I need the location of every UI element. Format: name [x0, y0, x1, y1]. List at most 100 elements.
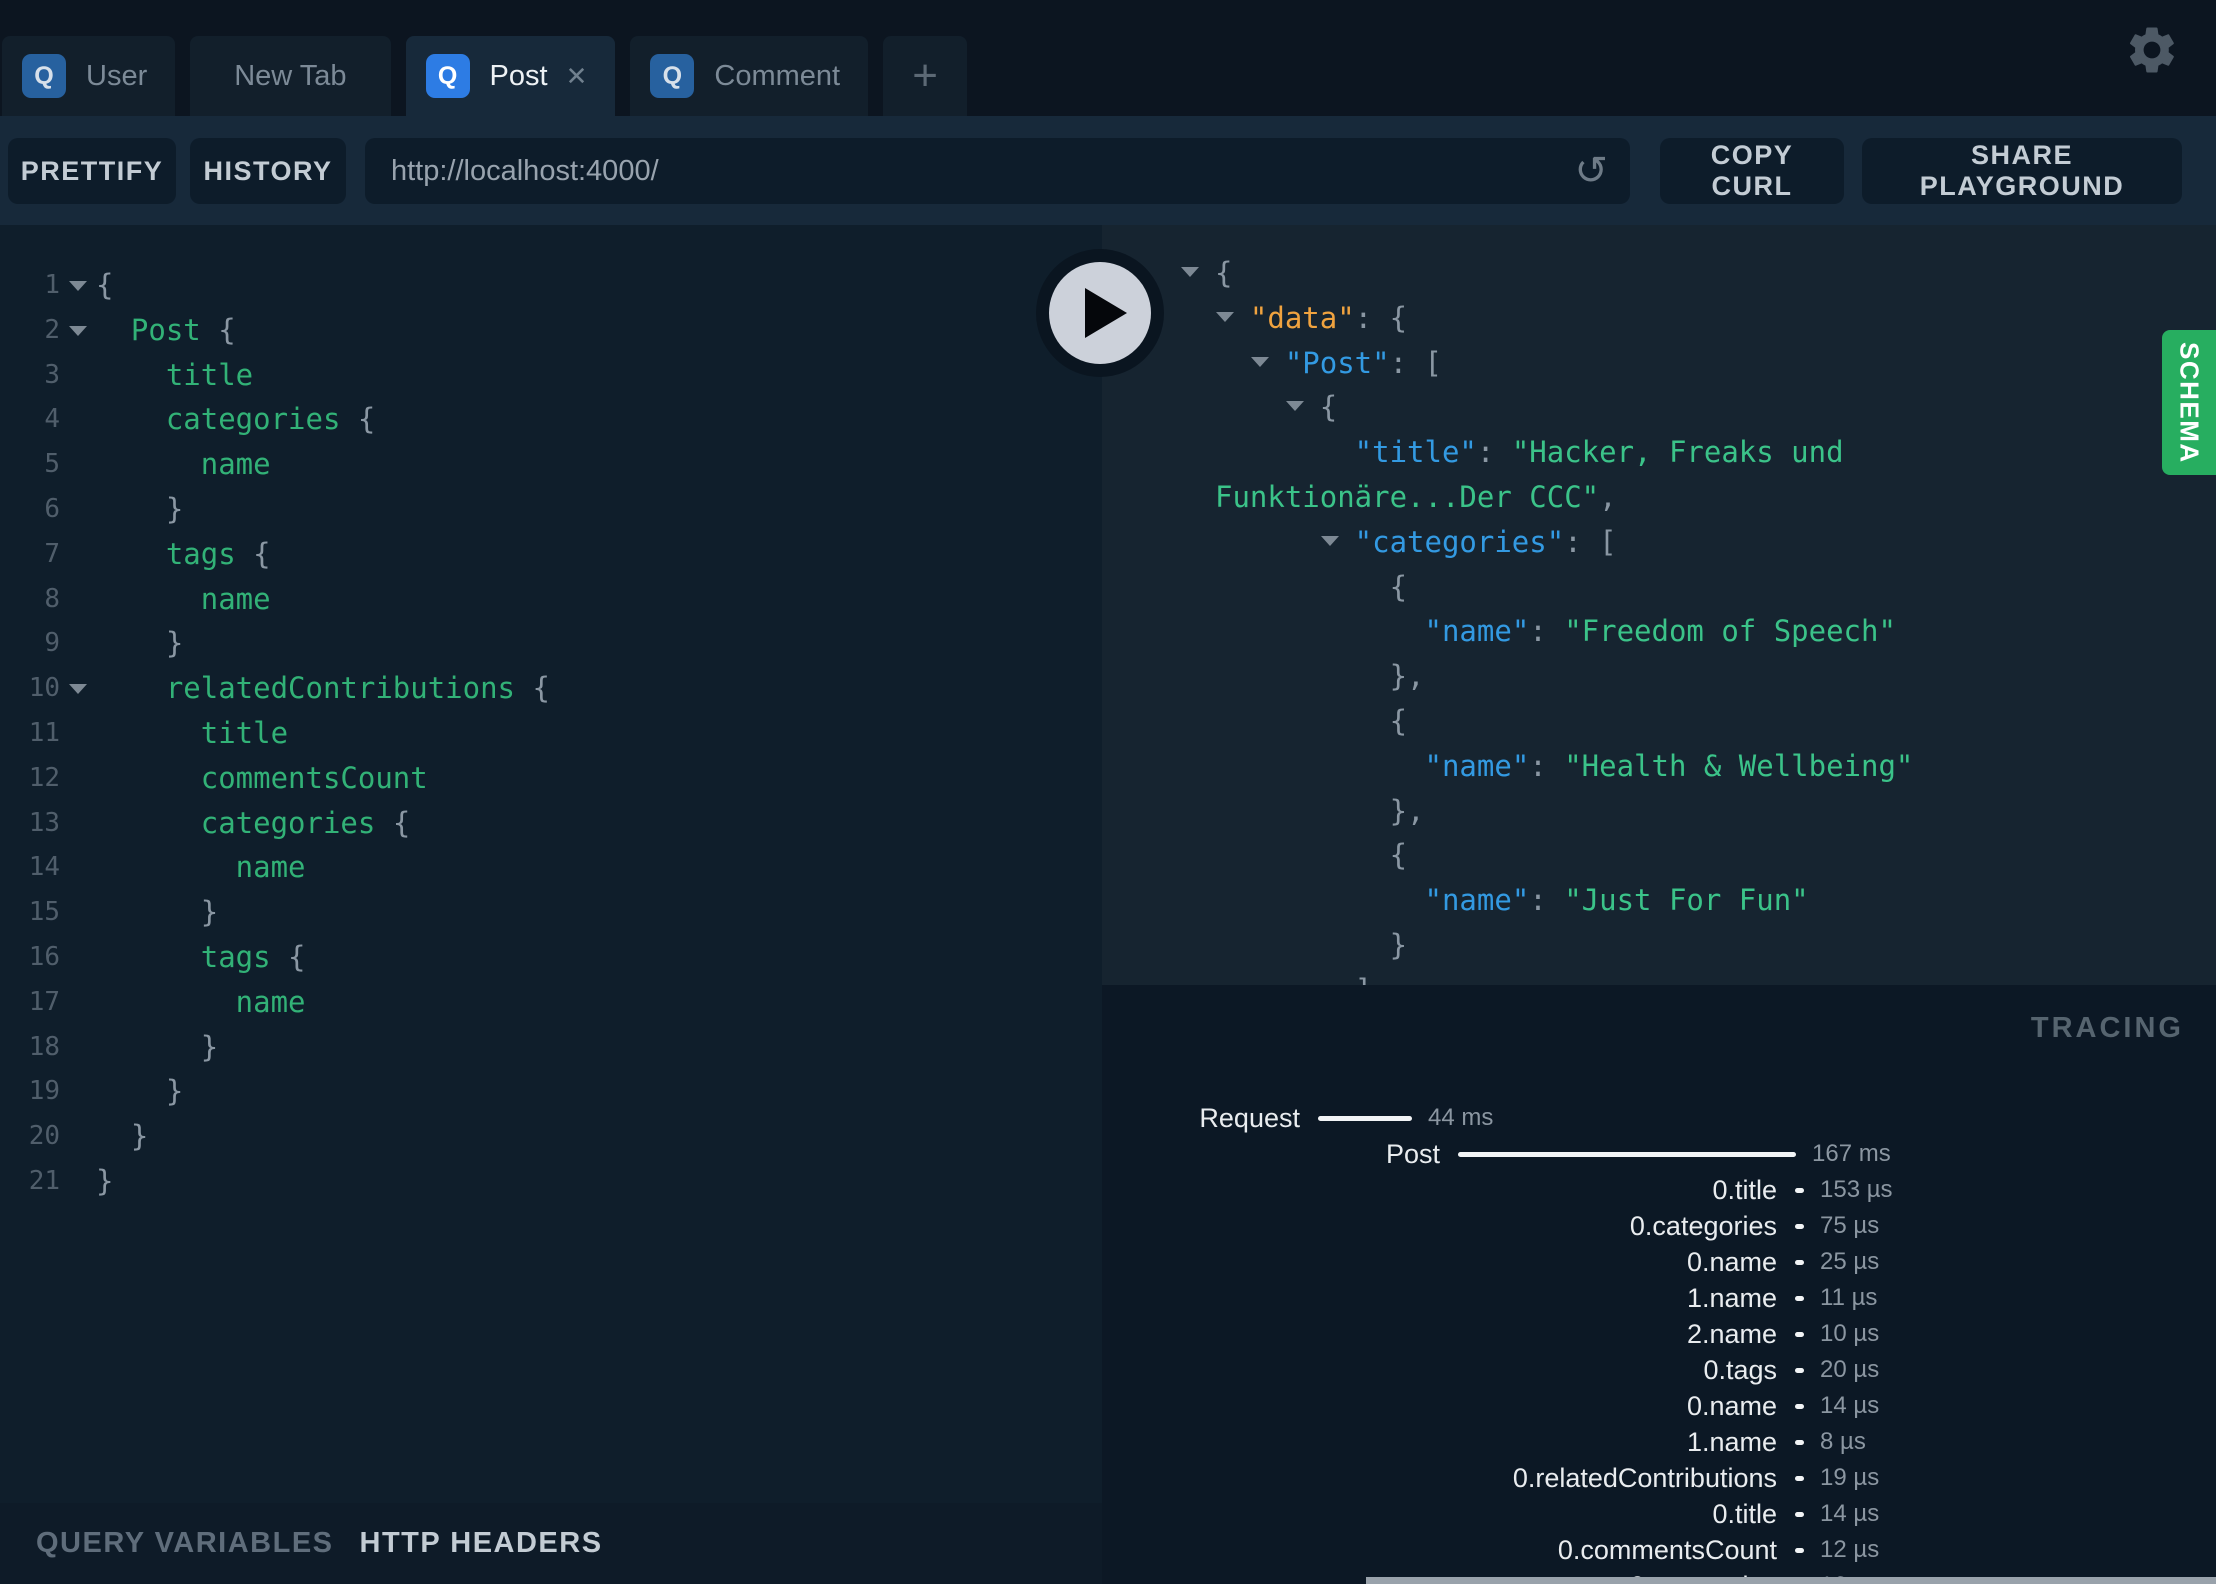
code-text: title: [96, 353, 253, 398]
code-token: "name": [1424, 748, 1530, 783]
editor-line: 1{: [0, 263, 1102, 308]
history-button[interactable]: HISTORY: [190, 138, 346, 204]
response-json: { "data": { "Post": [ { "title": "Hacker, Fr…: [1102, 225, 2216, 985]
tracing-resolver-label: Request: [1199, 1102, 1300, 1133]
fold-arrow-icon[interactable]: [69, 281, 87, 291]
code-token: :: [1529, 614, 1565, 649]
code-token: "title": [1354, 435, 1477, 470]
code-token: {: [1319, 390, 1338, 425]
fold-gutter: [60, 1025, 96, 1070]
tracing-row: Request 44 ms: [1150, 1100, 2210, 1136]
code-text: }: [96, 890, 218, 935]
code-text: categories {: [96, 801, 411, 846]
code-text: "title": "Hacker, Freaks und: [1102, 430, 1844, 475]
code-token: {: [235, 536, 271, 571]
tracing-panel-toggle[interactable]: TRACING: [2031, 1012, 2184, 1045]
code-text: }: [96, 621, 183, 666]
code-token: "Freedom of Speech": [1564, 614, 1896, 649]
endpoint-url-input[interactable]: [365, 154, 1575, 188]
code-token: "Post": [1284, 345, 1390, 380]
line-number: 15: [28, 897, 60, 928]
response-line: }: [1102, 923, 2216, 968]
tracing-row: 0.name 25 µs: [1150, 1244, 2210, 1280]
line-number: 11: [28, 717, 60, 748]
query-editor-pane[interactable]: 1{2 Post {3 title 4 categories {5 name 6} 7 tags…: [0, 225, 1102, 1503]
share-playground-button[interactable]: SHARE PLAYGROUND: [1862, 138, 2182, 204]
close-tab-icon[interactable]: ✕: [566, 61, 588, 92]
collapse-arrow-icon[interactable]: [1320, 535, 1339, 546]
fold-gutter: [60, 532, 96, 577]
tracing-waterfall: Request 44 ms Post 167 ms 0.title 153 µs 0.cat…: [1150, 1100, 2210, 1584]
editor-line: 7 tags {: [0, 532, 1102, 577]
tracing-resolver-label: 2.name: [1686, 1318, 1777, 1349]
tracing-resolver-label: 0.commentsCount: [1557, 1534, 1777, 1565]
tab-comment[interactable]: Q Comment: [630, 36, 869, 116]
tracing-duration-value: 11 µs: [1820, 1284, 1878, 1311]
fold-gutter: [60, 353, 96, 398]
fold-gutter: [60, 1069, 96, 1114]
tracing-row: 0.name 14 µs: [1150, 1388, 2210, 1424]
new-tab-button[interactable]: +: [883, 36, 968, 116]
fold-gutter: [60, 845, 96, 890]
editor-line: 5 name: [0, 442, 1102, 487]
editor-line: 3 title: [0, 353, 1102, 398]
response-line: ]: [1102, 968, 2216, 985]
tracing-row: 0.title 153 µs: [1150, 1172, 2210, 1208]
tab-user[interactable]: Q User: [2, 36, 176, 116]
code-token: },: [1389, 793, 1425, 828]
prettify-button[interactable]: PRETTIFY: [8, 138, 176, 204]
code-token: Post: [130, 312, 201, 347]
code-token: : [: [1389, 345, 1442, 380]
fold-arrow-icon[interactable]: [69, 325, 87, 336]
fold-arrow-icon[interactable]: [69, 684, 87, 695]
code-token: }: [165, 491, 184, 526]
tracing-row: 1.name 11 µs: [1150, 1280, 2210, 1316]
code-text: {: [1102, 699, 1407, 744]
http-headers-toggle[interactable]: HTTP HEADERS: [360, 1527, 603, 1560]
editor-line: 16 tags {: [0, 935, 1102, 980]
query-editor-code[interactable]: 1{2 Post {3 title 4 categories {5 name 6} 7 tags…: [0, 225, 1102, 1204]
copy-curl-button[interactable]: COPY CURL: [1660, 138, 1844, 204]
response-line: "data": {: [1102, 296, 2216, 341]
response-line: },: [1102, 789, 2216, 834]
tracing-resolver-label: 1.name: [1686, 1282, 1777, 1313]
tracing-duration-value: 167 ms: [1812, 1140, 1891, 1167]
fold-gutter: [60, 1114, 96, 1159]
code-token: name: [200, 581, 271, 616]
execute-query-button[interactable]: [1036, 249, 1164, 377]
editor-line: 10 relatedContributions {: [0, 666, 1102, 711]
tracing-duration-value: 44 ms: [1428, 1104, 1494, 1131]
collapse-arrow-icon[interactable]: [1215, 311, 1234, 322]
tracing-duration-value: 153 µs: [1820, 1176, 1893, 1203]
tracing-duration-value: 25 µs: [1820, 1248, 1880, 1275]
code-token: }: [130, 1119, 149, 1154]
reload-schema-icon[interactable]: ↺: [1574, 151, 1608, 191]
code-text: },: [1102, 654, 1425, 699]
fold-gutter: [60, 666, 96, 711]
code-token: ,: [1599, 479, 1617, 514]
tracing-resolver-label: 0.title: [1712, 1174, 1777, 1205]
tracing-row: 0.commentsCount 12 µs: [1150, 1532, 2210, 1568]
editor-line: 12 commentsCount: [0, 756, 1102, 801]
line-number: 5: [44, 449, 60, 480]
code-text: "name": "Freedom of Speech": [1102, 609, 1896, 654]
collapse-arrow-icon[interactable]: [1250, 356, 1269, 367]
editor-line: 15}: [0, 890, 1102, 935]
code-text: categories {: [96, 397, 376, 442]
code-text: {: [1102, 565, 1407, 610]
tab-new-tab[interactable]: New Tab: [190, 36, 391, 116]
collapse-arrow-icon[interactable]: [1285, 401, 1304, 412]
code-text: Funktionäre...Der CCC",: [1102, 475, 1617, 520]
schema-side-tab-label: SCHEMA: [2174, 341, 2205, 464]
tracing-scrollbar[interactable]: [1366, 1577, 2216, 1584]
query-variables-toggle[interactable]: QUERY VARIABLES: [36, 1527, 334, 1560]
code-text: "name": "Health & Wellbeing": [1102, 744, 1914, 789]
schema-side-tab[interactable]: SCHEMA: [2162, 330, 2216, 475]
tab-post[interactable]: Q Post ✕: [405, 36, 616, 116]
editor-line: 21}: [0, 1159, 1102, 1204]
line-number: 9: [44, 628, 60, 659]
code-token: {: [96, 268, 114, 302]
collapse-arrow-icon[interactable]: [1181, 267, 1199, 277]
settings-gear-icon[interactable]: [2124, 22, 2180, 78]
tracing-resolver-label: 0.categories: [1629, 1210, 1777, 1241]
